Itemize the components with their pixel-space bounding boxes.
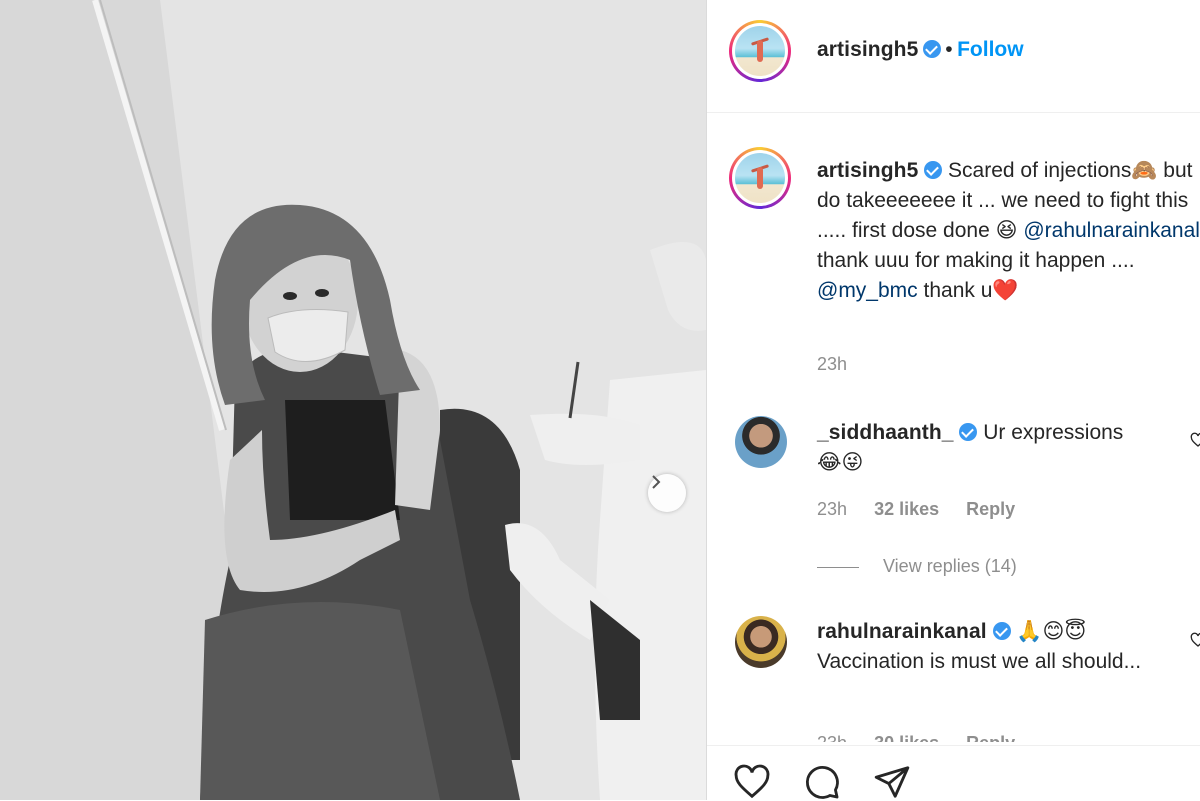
comment-emojis: 😂😜 (817, 451, 864, 474)
verified-badge-icon (992, 622, 1011, 640)
caption-text-mid: thank uuu for making it happen .... (817, 249, 1135, 272)
comment-username[interactable]: _siddhaanth_ (817, 421, 954, 444)
verified-badge-icon (959, 423, 978, 441)
commenter-avatar[interactable] (735, 616, 787, 668)
comment-like-heart-icon[interactable] (1190, 432, 1200, 448)
view-replies-button[interactable]: View replies (14) (817, 556, 1017, 577)
comment: rahulnarainkanal 🙏😊😇 Vaccination is must… (817, 617, 1197, 677)
post-actions (733, 763, 911, 801)
verified-badge-icon (924, 161, 943, 179)
comment-meta: 23h 30 likes Reply (817, 728, 1037, 742)
comment-like-heart-icon[interactable] (1190, 632, 1200, 648)
mention-link[interactable]: @my_bmc (817, 279, 918, 302)
photo-illustration (0, 0, 706, 800)
follow-button[interactable]: Follow (957, 38, 1024, 61)
comment: _siddhaanth_ Ur expressions 😂😜 (817, 418, 1197, 478)
comment-icon[interactable] (803, 763, 841, 801)
comment-likes[interactable]: 30 likes (874, 733, 939, 742)
caption: artisingh5 Scared of injections🙈 but do … (817, 156, 1200, 306)
comment-emojis: 🙏😊😇 (1016, 620, 1087, 643)
caption-text-end: thank u❤️ (917, 279, 1019, 302)
reply-button[interactable]: Reply (966, 499, 1015, 519)
caption-username[interactable]: artisingh5 (817, 159, 918, 182)
reply-button[interactable]: Reply (966, 733, 1015, 742)
separator-dot: • (945, 38, 953, 61)
mention-link[interactable]: @rahulnarainkanal (1023, 219, 1200, 242)
next-photo-button[interactable] (648, 474, 686, 512)
comment-time[interactable]: 23h (817, 733, 847, 742)
verified-badge-icon (922, 40, 941, 58)
view-replies-label: View replies (14) (883, 556, 1017, 576)
caption-avatar[interactable] (729, 147, 791, 209)
share-icon[interactable] (873, 763, 911, 801)
post-header: artisingh5 • Follow (707, 0, 1200, 113)
header-user-row: artisingh5 • Follow (817, 38, 1024, 62)
caption-timestamp[interactable]: 23h (817, 354, 847, 375)
post-side-panel: artisingh5 • Follow artisingh5 Scared of… (707, 0, 1200, 800)
commenter-avatar[interactable] (735, 416, 787, 468)
author-avatar[interactable] (729, 20, 791, 82)
author-username[interactable]: artisingh5 (817, 38, 918, 61)
actions-divider (707, 745, 1200, 746)
heart-icon[interactable] (733, 763, 771, 801)
comment-text: Vaccination is must we all should... (817, 650, 1142, 673)
comment-text: Ur expressions (983, 421, 1124, 444)
comment-username[interactable]: rahulnarainkanal (817, 620, 987, 643)
chevron-right-icon (652, 475, 661, 489)
post-photo[interactable] (0, 0, 706, 800)
comment-meta: 23h 32 likes Reply (817, 499, 1037, 520)
replies-line (817, 566, 859, 568)
comment-time[interactable]: 23h (817, 499, 847, 519)
comment-likes[interactable]: 32 likes (874, 499, 939, 519)
